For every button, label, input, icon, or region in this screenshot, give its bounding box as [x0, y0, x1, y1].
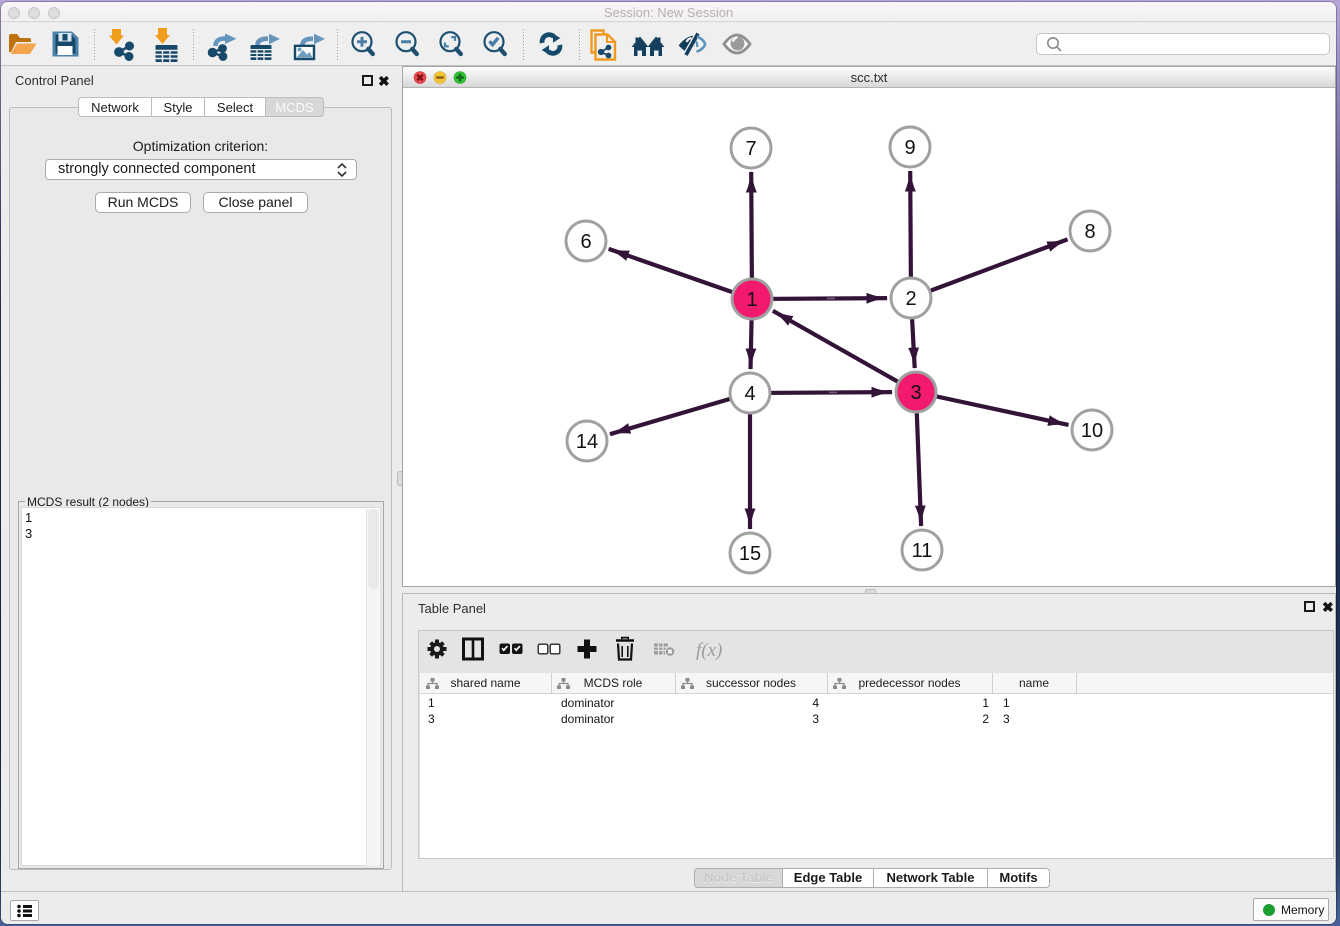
svg-text:8: 8 — [1084, 221, 1095, 243]
svg-text:6: 6 — [580, 231, 591, 253]
svg-text:11: 11 — [912, 540, 933, 562]
svg-text:10: 10 — [1081, 420, 1103, 442]
svg-text:1: 1 — [746, 289, 757, 311]
svg-text:f(x): f(x) — [696, 640, 722, 661]
svg-text:9: 9 — [904, 137, 915, 159]
svg-text:3: 3 — [910, 382, 921, 404]
svg-text:7: 7 — [745, 138, 756, 160]
svg-text:2: 2 — [905, 288, 916, 310]
svg-text:14: 14 — [576, 431, 598, 453]
svg-text:4: 4 — [744, 383, 755, 405]
svg-text:15: 15 — [739, 543, 761, 565]
